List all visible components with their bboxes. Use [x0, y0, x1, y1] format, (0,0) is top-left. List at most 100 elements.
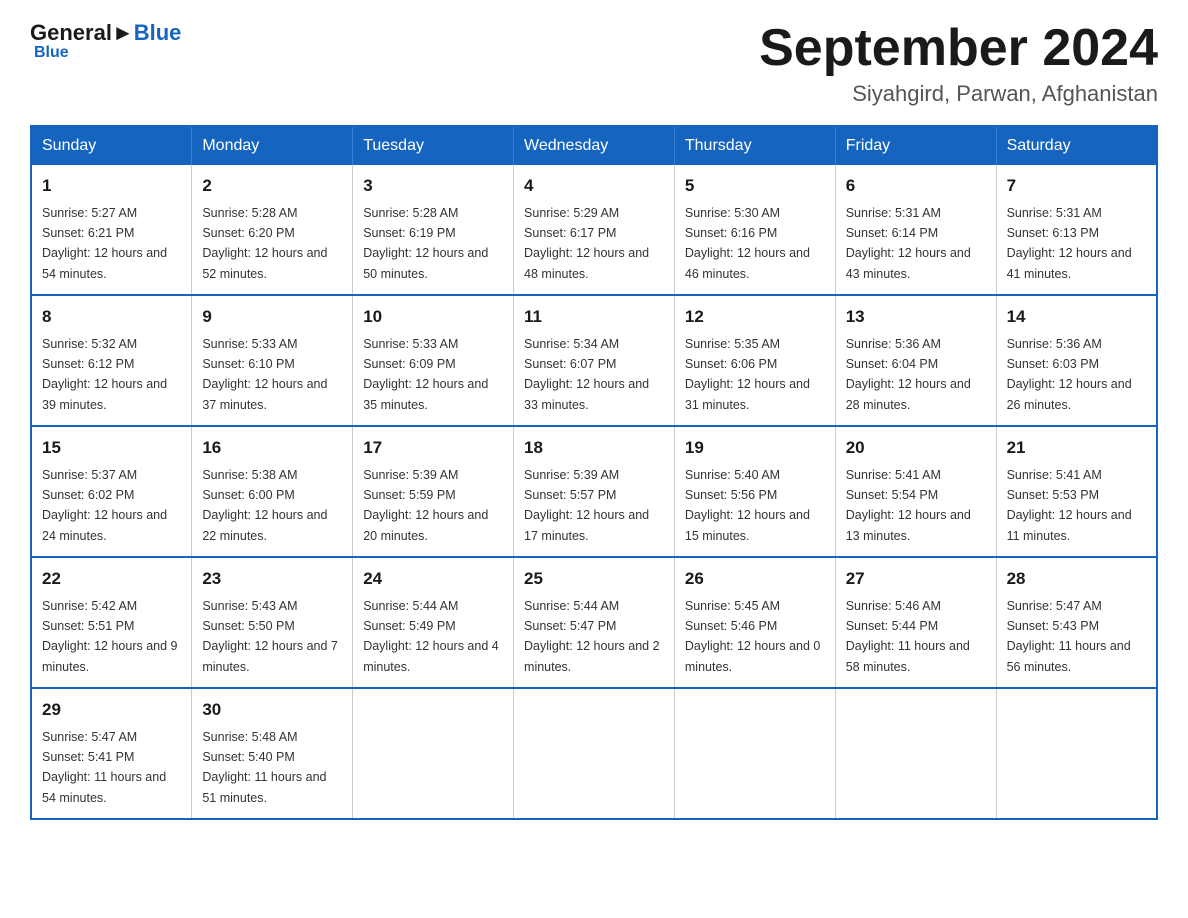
- calendar-cell: 2 Sunrise: 5:28 AMSunset: 6:20 PMDaylight…: [192, 165, 353, 295]
- day-info: Sunrise: 5:31 AMSunset: 6:14 PMDaylight:…: [846, 206, 971, 281]
- calendar-cell: 22 Sunrise: 5:42 AMSunset: 5:51 PMDayligh…: [31, 557, 192, 688]
- calendar-cell: 27Sunrise: 5:46 AMSunset: 5:44 PMDayligh…: [835, 557, 996, 688]
- calendar-cell: 5 Sunrise: 5:30 AMSunset: 6:16 PMDaylight…: [674, 165, 835, 295]
- calendar-table: SundayMondayTuesdayWednesdayThursdayFrid…: [30, 125, 1158, 820]
- calendar-cell: 4Sunrise: 5:29 AMSunset: 6:17 PMDaylight…: [514, 165, 675, 295]
- day-info: Sunrise: 5:35 AMSunset: 6:06 PMDaylight:…: [685, 337, 810, 412]
- day-info: Sunrise: 5:42 AMSunset: 5:51 PMDaylight:…: [42, 599, 178, 674]
- day-info: Sunrise: 5:46 AMSunset: 5:44 PMDaylight:…: [846, 599, 970, 674]
- day-number: 18: [524, 435, 664, 461]
- day-info: Sunrise: 5:28 AMSunset: 6:20 PMDaylight:…: [202, 206, 327, 281]
- calendar-cell: 25Sunrise: 5:44 AMSunset: 5:47 PMDayligh…: [514, 557, 675, 688]
- calendar-cell: 20 Sunrise: 5:41 AMSunset: 5:54 PMDayligh…: [835, 426, 996, 557]
- day-number: 22: [42, 566, 181, 592]
- calendar-cell: 3 Sunrise: 5:28 AMSunset: 6:19 PMDaylight…: [353, 165, 514, 295]
- calendar-week-row: 8 Sunrise: 5:32 AMSunset: 6:12 PMDaylight…: [31, 295, 1157, 426]
- day-number: 5: [685, 173, 825, 199]
- day-number: 3: [363, 173, 503, 199]
- title-area: September 2024 Siyahgird, Parwan, Afghan…: [759, 20, 1158, 107]
- day-info: Sunrise: 5:44 AMSunset: 5:47 PMDaylight:…: [524, 599, 660, 674]
- weekday-header-thursday: Thursday: [674, 126, 835, 165]
- day-number: 1: [42, 173, 181, 199]
- calendar-cell: [514, 688, 675, 819]
- logo-blue-part: Blue: [134, 20, 182, 46]
- day-number: 13: [846, 304, 986, 330]
- day-number: 19: [685, 435, 825, 461]
- calendar-week-row: 22 Sunrise: 5:42 AMSunset: 5:51 PMDayligh…: [31, 557, 1157, 688]
- weekday-header-monday: Monday: [192, 126, 353, 165]
- calendar-cell: 24 Sunrise: 5:44 AMSunset: 5:49 PMDayligh…: [353, 557, 514, 688]
- logo: General►Blue Blue: [30, 20, 181, 62]
- day-number: 21: [1007, 435, 1146, 461]
- calendar-cell: 15Sunrise: 5:37 AMSunset: 6:02 PMDayligh…: [31, 426, 192, 557]
- weekday-header-tuesday: Tuesday: [353, 126, 514, 165]
- day-info: Sunrise: 5:47 AMSunset: 5:41 PMDaylight:…: [42, 730, 166, 805]
- calendar-cell: 6 Sunrise: 5:31 AMSunset: 6:14 PMDaylight…: [835, 165, 996, 295]
- calendar-cell: 18 Sunrise: 5:39 AMSunset: 5:57 PMDayligh…: [514, 426, 675, 557]
- day-info: Sunrise: 5:33 AMSunset: 6:10 PMDaylight:…: [202, 337, 327, 412]
- day-number: 28: [1007, 566, 1146, 592]
- day-info: Sunrise: 5:40 AMSunset: 5:56 PMDaylight:…: [685, 468, 810, 543]
- day-info: Sunrise: 5:47 AMSunset: 5:43 PMDaylight:…: [1007, 599, 1131, 674]
- calendar-week-row: 1 Sunrise: 5:27 AMSunset: 6:21 PMDaylight…: [31, 165, 1157, 295]
- calendar-cell: 17Sunrise: 5:39 AMSunset: 5:59 PMDayligh…: [353, 426, 514, 557]
- day-info: Sunrise: 5:31 AMSunset: 6:13 PMDaylight:…: [1007, 206, 1132, 281]
- day-info: Sunrise: 5:32 AMSunset: 6:12 PMDaylight:…: [42, 337, 167, 412]
- day-info: Sunrise: 5:39 AMSunset: 5:57 PMDaylight:…: [524, 468, 649, 543]
- day-number: 20: [846, 435, 986, 461]
- calendar-cell: 1 Sunrise: 5:27 AMSunset: 6:21 PMDaylight…: [31, 165, 192, 295]
- day-number: 30: [202, 697, 342, 723]
- day-number: 8: [42, 304, 181, 330]
- calendar-cell: 14 Sunrise: 5:36 AMSunset: 6:03 PMDayligh…: [996, 295, 1157, 426]
- calendar-cell: 7 Sunrise: 5:31 AMSunset: 6:13 PMDaylight…: [996, 165, 1157, 295]
- day-number: 23: [202, 566, 342, 592]
- day-info: Sunrise: 5:39 AMSunset: 5:59 PMDaylight:…: [363, 468, 488, 543]
- day-info: Sunrise: 5:28 AMSunset: 6:19 PMDaylight:…: [363, 206, 488, 281]
- day-info: Sunrise: 5:41 AMSunset: 5:53 PMDaylight:…: [1007, 468, 1132, 543]
- calendar-cell: 30Sunrise: 5:48 AMSunset: 5:40 PMDayligh…: [192, 688, 353, 819]
- location-title: Siyahgird, Parwan, Afghanistan: [759, 81, 1158, 107]
- calendar-cell: 19 Sunrise: 5:40 AMSunset: 5:56 PMDayligh…: [674, 426, 835, 557]
- day-info: Sunrise: 5:44 AMSunset: 5:49 PMDaylight:…: [363, 599, 499, 674]
- calendar-cell: 13 Sunrise: 5:36 AMSunset: 6:04 PMDayligh…: [835, 295, 996, 426]
- day-number: 16: [202, 435, 342, 461]
- day-number: 7: [1007, 173, 1146, 199]
- calendar-cell: [835, 688, 996, 819]
- day-info: Sunrise: 5:33 AMSunset: 6:09 PMDaylight:…: [363, 337, 488, 412]
- day-info: Sunrise: 5:36 AMSunset: 6:04 PMDaylight:…: [846, 337, 971, 412]
- day-info: Sunrise: 5:43 AMSunset: 5:50 PMDaylight:…: [202, 599, 338, 674]
- day-number: 24: [363, 566, 503, 592]
- day-info: Sunrise: 5:36 AMSunset: 6:03 PMDaylight:…: [1007, 337, 1132, 412]
- calendar-cell: [674, 688, 835, 819]
- calendar-cell: 11Sunrise: 5:34 AMSunset: 6:07 PMDayligh…: [514, 295, 675, 426]
- weekday-header-sunday: Sunday: [31, 126, 192, 165]
- day-number: 9: [202, 304, 342, 330]
- month-title: September 2024: [759, 20, 1158, 77]
- calendar-cell: [353, 688, 514, 819]
- calendar-week-row: 15Sunrise: 5:37 AMSunset: 6:02 PMDayligh…: [31, 426, 1157, 557]
- day-info: Sunrise: 5:38 AMSunset: 6:00 PMDaylight:…: [202, 468, 327, 543]
- day-number: 10: [363, 304, 503, 330]
- day-info: Sunrise: 5:45 AMSunset: 5:46 PMDaylight:…: [685, 599, 821, 674]
- calendar-cell: 26Sunrise: 5:45 AMSunset: 5:46 PMDayligh…: [674, 557, 835, 688]
- day-info: Sunrise: 5:37 AMSunset: 6:02 PMDaylight:…: [42, 468, 167, 543]
- weekday-header-friday: Friday: [835, 126, 996, 165]
- calendar-cell: [996, 688, 1157, 819]
- calendar-cell: 21 Sunrise: 5:41 AMSunset: 5:53 PMDayligh…: [996, 426, 1157, 557]
- day-number: 14: [1007, 304, 1146, 330]
- day-number: 29: [42, 697, 181, 723]
- weekday-header-row: SundayMondayTuesdayWednesdayThursdayFrid…: [31, 126, 1157, 165]
- day-number: 4: [524, 173, 664, 199]
- day-info: Sunrise: 5:41 AMSunset: 5:54 PMDaylight:…: [846, 468, 971, 543]
- day-number: 2: [202, 173, 342, 199]
- calendar-cell: 29 Sunrise: 5:47 AMSunset: 5:41 PMDayligh…: [31, 688, 192, 819]
- logo-text: General►Blue: [30, 20, 181, 46]
- calendar-cell: 8 Sunrise: 5:32 AMSunset: 6:12 PMDaylight…: [31, 295, 192, 426]
- day-number: 6: [846, 173, 986, 199]
- logo-subtitle: Blue: [34, 44, 69, 62]
- calendar-cell: 16 Sunrise: 5:38 AMSunset: 6:00 PMDayligh…: [192, 426, 353, 557]
- day-number: 11: [524, 304, 664, 330]
- day-info: Sunrise: 5:27 AMSunset: 6:21 PMDaylight:…: [42, 206, 167, 281]
- day-info: Sunrise: 5:30 AMSunset: 6:16 PMDaylight:…: [685, 206, 810, 281]
- calendar-cell: 10 Sunrise: 5:33 AMSunset: 6:09 PMDayligh…: [353, 295, 514, 426]
